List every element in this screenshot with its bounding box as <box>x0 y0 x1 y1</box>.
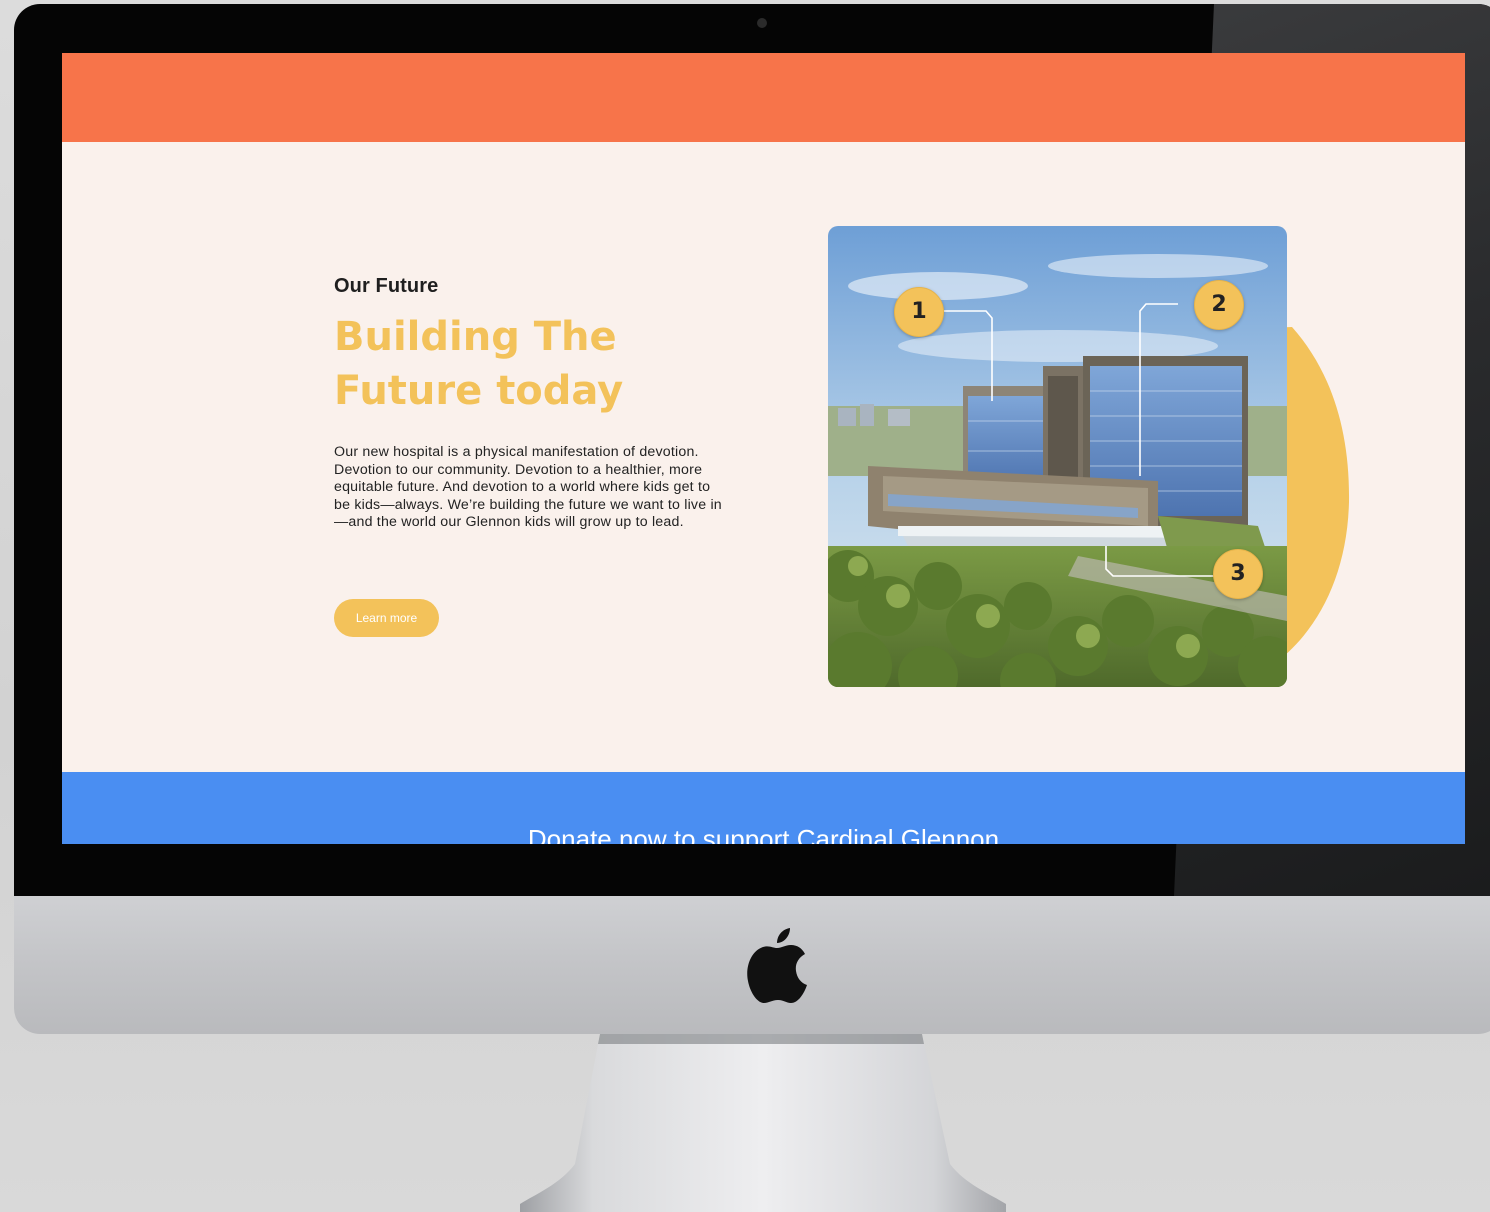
image-marker-2[interactable]: 2 <box>1194 280 1244 330</box>
hero-headline: Building The Future today <box>334 310 754 418</box>
imac-monitor: Our Future Building The Future today Our… <box>14 4 1490 1034</box>
header-bar <box>62 53 1465 142</box>
headline-line-2: Future today <box>334 368 624 414</box>
donate-heading: Donate now to support Cardinal Glennon <box>527 824 1000 844</box>
camera-icon <box>757 18 767 28</box>
donate-section: Donate now to support Cardinal Glennon <box>62 772 1465 844</box>
image-marker-3[interactable]: 3 <box>1213 549 1263 599</box>
website-screen: Our Future Building The Future today Our… <box>62 53 1465 844</box>
section-eyebrow: Our Future <box>334 275 439 297</box>
apple-logo-icon <box>747 928 807 1003</box>
headline-line-1: Building The <box>334 314 617 360</box>
hero-section: Our Future Building The Future today Our… <box>62 142 1465 772</box>
learn-more-button[interactable]: Learn more <box>334 599 439 637</box>
imac-stand <box>520 1034 1006 1212</box>
image-marker-1[interactable]: 1 <box>894 287 944 337</box>
hero-body-text: Our new hospital is a physical manifesta… <box>334 444 722 531</box>
